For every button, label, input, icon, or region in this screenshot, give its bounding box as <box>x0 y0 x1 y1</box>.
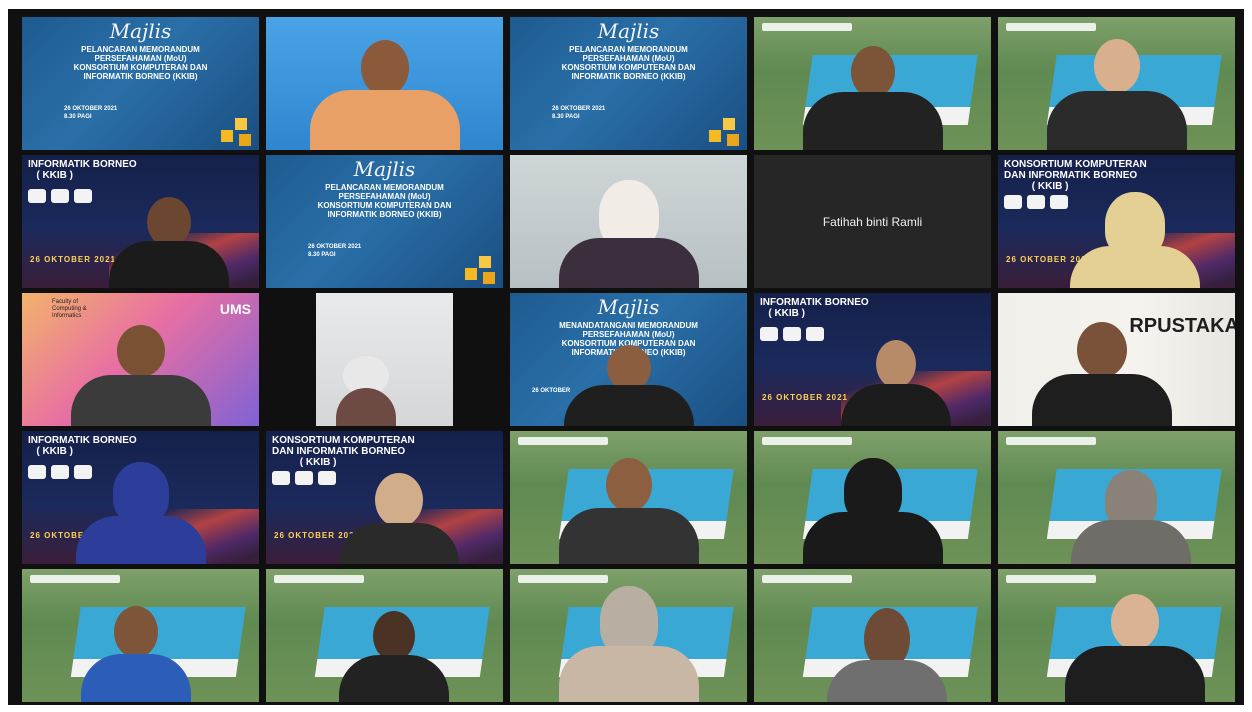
cubes-graphic <box>465 252 497 284</box>
participant-video <box>311 326 421 426</box>
ums-logo: UMS <box>219 301 251 317</box>
university-header <box>762 437 852 445</box>
participant-tile[interactable]: INFORMATIK BORNEO ( KKIB ) 26 OKTOBER 20… <box>754 293 991 426</box>
participant-tile[interactable] <box>998 569 1235 702</box>
cubes-graphic <box>221 114 253 146</box>
participant-tile[interactable] <box>754 569 991 702</box>
participant-tile[interactable]: INFORMATIK BORNEO ( KKIB ) 26 OKTOBER 20… <box>22 155 259 288</box>
university-header <box>1006 437 1096 445</box>
university-header <box>1006 23 1096 31</box>
participant-tile[interactable]: KONSORTIUM KOMPUTERAN DAN INFORMATIK BOR… <box>998 155 1235 288</box>
participant-tile[interactable] <box>754 431 991 564</box>
slide-title-text: PELANCARAN MEMORANDUM PERSEFAHAMAN (MoU)… <box>561 45 696 81</box>
cubes-graphic <box>709 114 741 146</box>
participant-video <box>1065 188 1205 288</box>
university-header <box>762 575 852 583</box>
slide-date-text: 26 OKTOBER 2021 8.30 PAGI <box>308 244 362 258</box>
participant-video <box>76 602 196 702</box>
partner-logos <box>1004 195 1068 209</box>
kkib-bg-title: INFORMATIK BORNEO ( KKIB ) <box>28 159 137 181</box>
participant-tile[interactable]: Majlis MENANDATANGANI MEMORANDUM PERSEFA… <box>510 293 747 426</box>
participant-video <box>798 452 948 564</box>
faculty-label: Faculty of Computing & Informatics <box>52 299 87 319</box>
participant-tile-shared-slide[interactable]: Majlis PELANCARAN MEMORANDUM PERSEFAHAMA… <box>510 17 747 150</box>
participant-video <box>104 193 234 288</box>
participant-video <box>554 178 704 288</box>
participant-video <box>798 40 948 150</box>
participant-tile-camera-off[interactable]: Fatihah binti Ramli <box>754 155 991 288</box>
participant-tile[interactable] <box>266 293 503 426</box>
participant-video <box>554 452 704 564</box>
participant-tile[interactable] <box>998 17 1235 150</box>
participant-video <box>822 602 952 702</box>
kkib-bg-date: 26 OKTOBER 2021 <box>762 393 848 402</box>
participant-video <box>71 454 211 564</box>
participant-video <box>295 30 475 150</box>
kkib-bg-title: INFORMATIK BORNEO ( KKIB ) <box>760 297 869 319</box>
slide-date-text: 26 OKTOBER 2021 8.30 PAGI <box>64 106 118 120</box>
slide-script-title: Majlis <box>353 157 416 181</box>
video-gallery-frame: Majlis PELANCARAN MEMORANDUM PERSEFAHAMA… <box>8 9 1244 705</box>
participant-tile-shared-slide[interactable]: Majlis PELANCARAN MEMORANDUM PERSEFAHAMA… <box>266 155 503 288</box>
participant-tile[interactable] <box>754 17 991 150</box>
participant-video <box>1066 464 1196 564</box>
participant-video <box>334 469 464 564</box>
participant-tile[interactable] <box>510 569 747 702</box>
university-header <box>518 437 608 445</box>
participant-video <box>334 607 454 702</box>
university-header <box>274 575 364 583</box>
slide-title-text: PELANCARAN MEMORANDUM PERSEFAHAMAN (MoU)… <box>73 45 208 81</box>
participant-grid: Majlis PELANCARAN MEMORANDUM PERSEFAHAMA… <box>22 17 1235 702</box>
slide-date-text: 26 OKTOBER 2021 8.30 PAGI <box>552 106 606 120</box>
participant-tile[interactable]: Faculty of Computing & Informatics UMS <box>22 293 259 426</box>
kkib-bg-title: KONSORTIUM KOMPUTERAN DAN INFORMATIK BOR… <box>272 435 415 468</box>
slide-script-title: Majlis <box>597 295 660 319</box>
slide-title-text: PELANCARAN MEMORANDUM PERSEFAHAMAN (MoU)… <box>317 183 452 219</box>
participant-video <box>1060 590 1210 702</box>
partner-logos <box>760 327 824 341</box>
slide-script-title: Majlis <box>597 19 660 43</box>
partner-logos <box>28 189 92 203</box>
participant-video <box>559 341 699 426</box>
participant-tile[interactable] <box>266 17 503 150</box>
participant-tile[interactable]: KONSORTIUM KOMPUTERAN DAN INFORMATIK BOR… <box>266 431 503 564</box>
participant-tile[interactable] <box>510 431 747 564</box>
participant-tile[interactable] <box>510 155 747 288</box>
university-header <box>762 23 852 31</box>
university-header <box>518 575 608 583</box>
participant-tile[interactable] <box>998 431 1235 564</box>
university-header <box>1006 575 1096 583</box>
participant-name: Fatihah binti Ramli <box>822 214 923 229</box>
university-header <box>30 575 120 583</box>
participant-video <box>66 321 216 426</box>
participant-video <box>1042 35 1192 150</box>
participant-tile-shared-slide[interactable]: Majlis PELANCARAN MEMORANDUM PERSEFAHAMA… <box>22 17 259 150</box>
participant-tile[interactable]: INFORMATIK BORNEO ( KKIB ) 26 OKTOBER 20… <box>22 431 259 564</box>
participant-tile[interactable] <box>266 569 503 702</box>
slide-script-title: Majlis <box>109 19 172 43</box>
participant-tile[interactable]: RPUSTAKA <box>998 293 1235 426</box>
participant-tile[interactable] <box>22 569 259 702</box>
partner-logos <box>272 471 336 485</box>
participant-video <box>836 336 956 426</box>
participant-video <box>1027 316 1177 426</box>
participant-video <box>554 584 704 702</box>
